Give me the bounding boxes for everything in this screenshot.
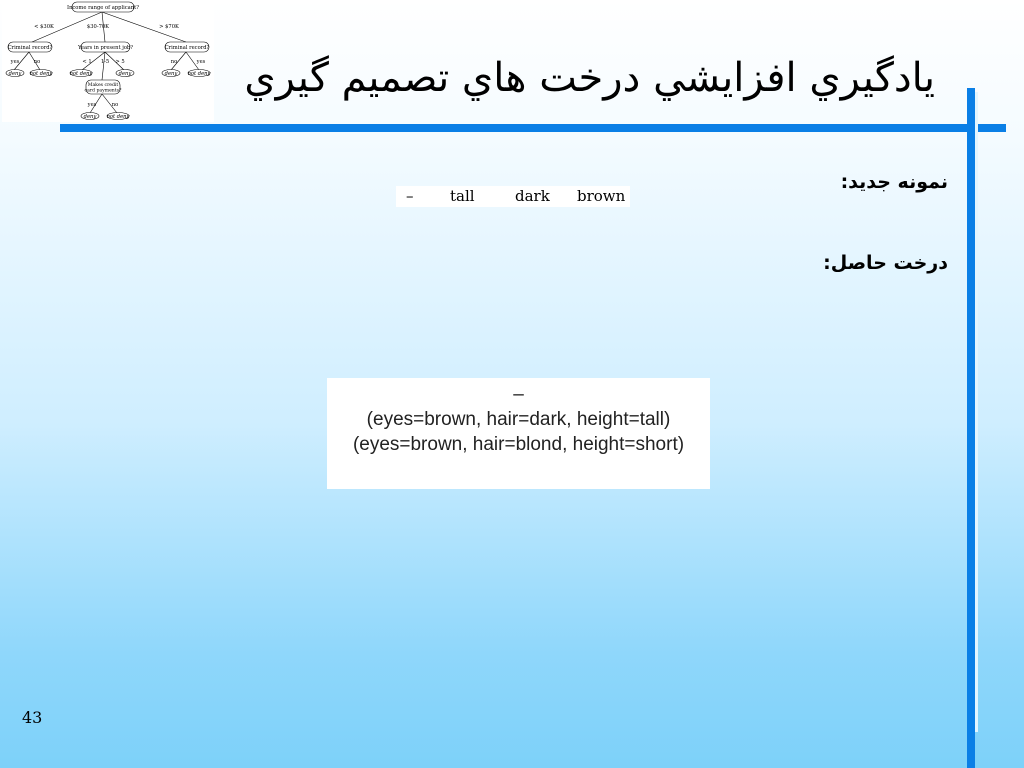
- vertical-accent-bar: [967, 88, 975, 768]
- svg-text:yes: yes: [196, 59, 206, 65]
- svg-text:$30-70K: $30-70K: [87, 24, 109, 30]
- horizontal-accent-bar: [60, 124, 1006, 132]
- sample-eyes: brown: [577, 187, 626, 205]
- result-tree-label: درخت حاصل:: [823, 252, 948, 274]
- svg-text:1-5: 1-5: [101, 59, 109, 65]
- sample-hair: dark: [515, 187, 550, 205]
- svg-text:deny: deny: [165, 71, 178, 77]
- vertical-highlight: [975, 92, 978, 732]
- svg-text:deny: deny: [9, 71, 22, 77]
- svg-text:Years in present job?: Years in present job?: [77, 45, 133, 51]
- svg-text:Income range of applicant?: Income range of applicant?: [67, 5, 139, 11]
- svg-text:< 1: < 1: [82, 59, 91, 65]
- svg-text:no: no: [171, 59, 177, 65]
- result-class: –: [513, 384, 524, 405]
- svg-text:not deny: not deny: [30, 71, 53, 77]
- svg-text:not deny: not deny: [70, 71, 93, 77]
- svg-text:Makes credit: Makes credit: [88, 82, 119, 88]
- decision-tree-logo: Income range of applicant? < $30K $30-70…: [2, 0, 214, 122]
- svg-text:no: no: [34, 59, 40, 65]
- svg-text:yes: yes: [10, 59, 20, 65]
- svg-text:Criminal record?: Criminal record?: [8, 45, 53, 51]
- svg-text:deny: deny: [119, 71, 132, 77]
- new-sample-label: نمونه جديد:: [840, 171, 948, 193]
- new-sample-row: – tall dark brown: [396, 186, 630, 207]
- result-example: (eyes=brown, hair=dark, height=tall): [366, 409, 671, 430]
- slide-title: يادگيري افزايشي درخت هاي تصميم گيري: [244, 55, 935, 101]
- svg-text:Criminal record?: Criminal record?: [165, 45, 210, 51]
- svg-text:deny: deny: [84, 114, 97, 120]
- svg-text:> $70K: > $70K: [159, 24, 179, 30]
- sample-height: tall: [450, 187, 475, 205]
- result-tree-box: – (eyes=brown, hair=dark, height=tall) (…: [327, 378, 710, 489]
- svg-text:> 5: > 5: [115, 59, 124, 65]
- svg-text:yes: yes: [87, 102, 97, 108]
- svg-text:no: no: [112, 102, 118, 108]
- page-number: 43: [22, 708, 43, 727]
- svg-text:< $30K: < $30K: [34, 24, 54, 30]
- result-example: (eyes=brown, hair=blond, height=short): [352, 434, 685, 455]
- svg-text:card payments?: card payments?: [85, 88, 122, 94]
- sample-class: –: [406, 187, 414, 205]
- svg-text:not deny: not deny: [107, 114, 130, 120]
- svg-text:not deny: not deny: [188, 71, 211, 77]
